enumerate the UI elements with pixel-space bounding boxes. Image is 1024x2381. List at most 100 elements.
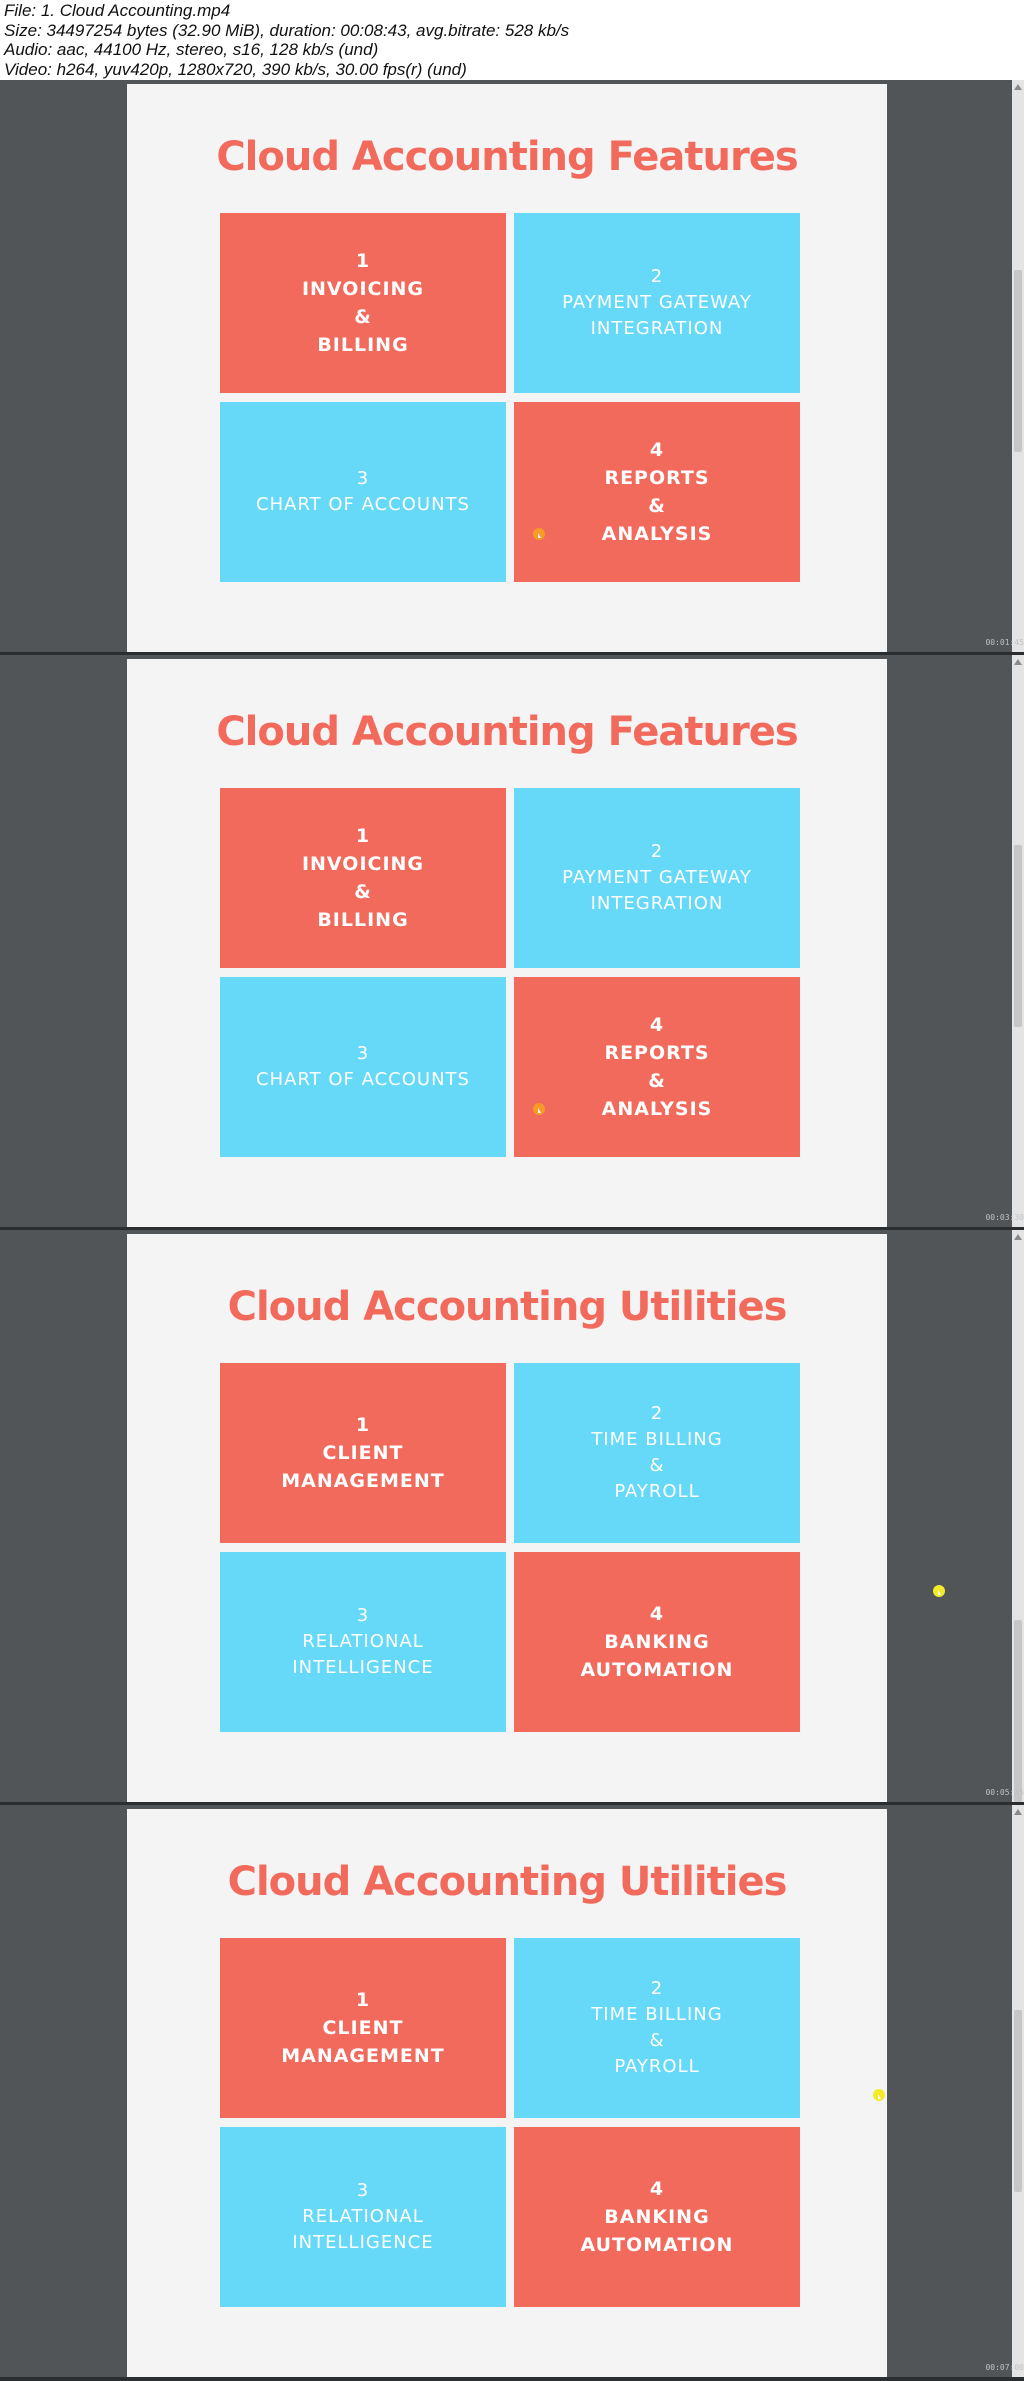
file-info-line: File: 1. Cloud Accounting.mp4 <box>4 1 231 20</box>
mouse-cursor-icon <box>533 1103 545 1115</box>
tile-label: & <box>648 1070 666 1092</box>
tile-number: 1 <box>355 250 371 272</box>
tile-label: MANAGEMENT <box>281 2045 445 2067</box>
feature-tile-4[interactable]: 4 BANKING AUTOMATION <box>514 2127 800 2307</box>
scrollbar-thumb[interactable] <box>1014 845 1022 1027</box>
file-info-line: Video: h264, yuv420p, 1280x720, 390 kb/s… <box>4 59 467 79</box>
tile-label: INTEGRATION <box>590 318 724 339</box>
tile-label: BANKING <box>604 1631 710 1653</box>
feature-tile-3[interactable]: 3 CHART OF ACCOUNTS <box>220 402 506 582</box>
tile-label: & <box>354 881 372 903</box>
tile-label: RELATIONAL <box>302 1631 424 1652</box>
mouse-cursor-icon <box>533 528 545 540</box>
tile-label: REPORTS <box>604 467 710 489</box>
feature-tile-1[interactable]: 1 INVOICING & BILLING <box>220 788 506 968</box>
frame-timecode: 00:01:45 <box>985 638 1024 647</box>
feature-tile-3[interactable]: 3 RELATIONAL INTELLIGENCE <box>220 1552 506 1732</box>
tile-label: & <box>649 2030 665 2051</box>
tile-label: AUTOMATION <box>580 2234 734 2256</box>
presentation-slide: Cloud Accounting Utilities 1 CLIENT MANAGEM… <box>127 1234 887 1802</box>
frame-timecode: 00:05:15 <box>985 1788 1024 1797</box>
tile-number: 1 <box>355 1989 371 2011</box>
scroll-up-arrow-icon[interactable] <box>1014 84 1022 90</box>
tile-label: CHART OF ACCOUNTS <box>256 1069 470 1090</box>
tile-label: CHART OF ACCOUNTS <box>256 494 470 515</box>
scrollbar-thumb[interactable] <box>1014 2010 1022 2192</box>
tile-label: INVOICING <box>301 853 425 875</box>
tile-label: INTELLIGENCE <box>292 2232 434 2253</box>
feature-tile-2[interactable]: 2 TIME BILLING & PAYROLL <box>514 1938 800 2118</box>
vertical-scrollbar[interactable] <box>1012 655 1024 1227</box>
vertical-scrollbar[interactable] <box>1012 1805 1024 2377</box>
tile-number: 2 <box>650 841 664 862</box>
feature-tile-4[interactable]: 4 REPORTS & ANALYSIS <box>514 977 800 1157</box>
tile-number: 1 <box>355 825 371 847</box>
file-info-header: File: 1. Cloud Accounting.mp4 Size: 3449… <box>0 0 1024 80</box>
feature-tile-1[interactable]: 1 CLIENT MANAGEMENT <box>220 1938 506 2118</box>
feature-tile-1[interactable]: 1 INVOICING & BILLING <box>220 213 506 393</box>
tile-label: & <box>354 306 372 328</box>
tile-number: 3 <box>356 468 370 489</box>
tile-label: REPORTS <box>604 1042 710 1064</box>
tile-number: 4 <box>649 1014 665 1036</box>
tile-label: & <box>648 495 666 517</box>
feature-tile-2[interactable]: 2 PAYMENT GATEWAY INTEGRATION <box>514 788 800 968</box>
feature-tile-2[interactable]: 2 TIME BILLING & PAYROLL <box>514 1363 800 1543</box>
feature-tile-4[interactable]: 4 BANKING AUTOMATION <box>514 1552 800 1732</box>
tile-label: PAYROLL <box>614 1481 700 1502</box>
tile-number: 4 <box>649 439 665 461</box>
presentation-slide: Cloud Accounting Utilities 1 CLIENT MANAGEM… <box>127 1809 887 2377</box>
video-frame: Cloud Accounting Utilities 1 CLIENT MANAGEM… <box>0 1805 1024 2381</box>
presentation-slide: Cloud Accounting Features 1 INVOICING & BILL… <box>127 659 887 1227</box>
tile-number: 2 <box>650 1403 664 1424</box>
file-info-line: Audio: aac, 44100 Hz, stereo, s16, 128 k… <box>4 40 379 59</box>
video-frame: Cloud Accounting Features 1 INVOICING & BILL… <box>0 80 1024 656</box>
slide-title: Cloud Accounting Features <box>216 709 798 755</box>
tile-number: 3 <box>356 2180 370 2201</box>
feature-tile-1[interactable]: 1 CLIENT MANAGEMENT <box>220 1363 506 1543</box>
slide-title: Cloud Accounting Utilities <box>227 1284 788 1330</box>
tile-number: 2 <box>650 266 664 287</box>
tile-number: 4 <box>649 2178 665 2200</box>
frame-timecode: 00:07:00 <box>985 2363 1024 2372</box>
tile-label: AUTOMATION <box>580 1659 734 1681</box>
feature-tile-4[interactable]: 4 REPORTS & ANALYSIS <box>514 402 800 582</box>
slide-title: Cloud Accounting Features <box>216 134 798 180</box>
tile-number: 2 <box>650 1978 664 1999</box>
tile-label: PAYROLL <box>614 2056 700 2077</box>
tile-label: RELATIONAL <box>302 2206 424 2227</box>
tile-label: PAYMENT GATEWAY <box>562 867 752 888</box>
video-frame: Cloud Accounting Features 1 INVOICING & BILL… <box>0 655 1024 1231</box>
tile-number: 1 <box>355 1414 371 1436</box>
vertical-scrollbar[interactable] <box>1012 1230 1024 1802</box>
feature-tile-3[interactable]: 3 RELATIONAL INTELLIGENCE <box>220 2127 506 2307</box>
tile-label: TIME BILLING <box>591 1429 723 1450</box>
tile-number: 3 <box>356 1605 370 1626</box>
mouse-cursor-icon <box>933 1585 945 1597</box>
mouse-cursor-icon <box>873 2089 885 2101</box>
tile-label: INTEGRATION <box>590 893 724 914</box>
tile-number: 4 <box>649 1603 665 1625</box>
frame-timecode: 00:03:30 <box>985 1213 1024 1222</box>
tile-label: INTELLIGENCE <box>292 1657 434 1678</box>
scrollbar-thumb[interactable] <box>1014 270 1022 452</box>
presentation-slide: Cloud Accounting Features 1 INVOICING & BILL… <box>127 84 887 652</box>
tile-label: CLIENT <box>322 1442 404 1464</box>
tile-label: BILLING <box>317 909 409 931</box>
scrollbar-thumb[interactable] <box>1014 1620 1022 1802</box>
tile-number: 3 <box>356 1043 370 1064</box>
tile-label: CLIENT <box>322 2017 404 2039</box>
slide-title: Cloud Accounting Utilities <box>227 1859 788 1905</box>
tile-label: BILLING <box>317 334 409 356</box>
tile-label: & <box>649 1455 665 1476</box>
scroll-up-arrow-icon[interactable] <box>1014 1234 1022 1240</box>
scroll-up-arrow-icon[interactable] <box>1014 659 1022 665</box>
tile-label: ANALYSIS <box>601 523 713 545</box>
feature-tile-2[interactable]: 2 PAYMENT GATEWAY INTEGRATION <box>514 213 800 393</box>
feature-tile-3[interactable]: 3 CHART OF ACCOUNTS <box>220 977 506 1157</box>
video-frame: Cloud Accounting Utilities 1 CLIENT MANAGEM… <box>0 1230 1024 1806</box>
vertical-scrollbar[interactable] <box>1012 80 1024 652</box>
tile-label: BANKING <box>604 2206 710 2228</box>
scroll-up-arrow-icon[interactable] <box>1014 1809 1022 1815</box>
tile-label: TIME BILLING <box>591 2004 723 2025</box>
